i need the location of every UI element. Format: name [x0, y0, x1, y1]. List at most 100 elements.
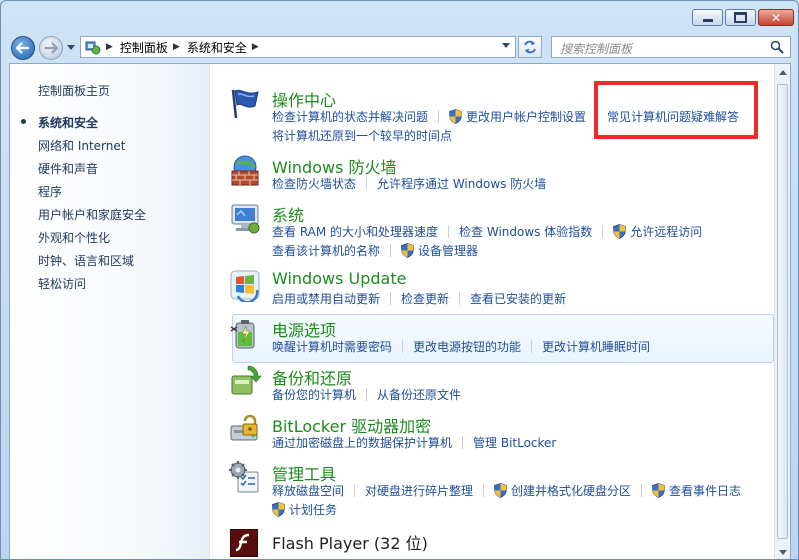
- sidebar-item-clock-language-region[interactable]: 时钟、语言和区域: [38, 252, 134, 269]
- flash-player-icon: [230, 529, 258, 557]
- breadcrumb-separator-icon[interactable]: ▶: [252, 42, 259, 52]
- power-options-links: 唤醒计算机时需要密码 更改电源按钮的功能 更改计算机睡眠时间: [272, 338, 650, 355]
- manage-bitlocker-link[interactable]: 管理 BitLocker: [473, 434, 556, 451]
- sidebar-item-ease-of-access[interactable]: 轻松访问: [38, 275, 86, 292]
- check-experience-index-link[interactable]: 检查 Windows 体验指数: [459, 223, 592, 240]
- action-center-links: 检查计算机的状态并解决问题 更改用户帐户控制设置 常见计算机问题疑难解答: [272, 108, 739, 125]
- defragment-disk-link[interactable]: 对硬盘进行碎片整理: [365, 482, 473, 499]
- protect-computer-encryption-link[interactable]: 通过加密磁盘上的数据保护计算机: [272, 434, 452, 451]
- breadcrumb-control-panel[interactable]: 控制面板: [120, 39, 168, 56]
- change-sleep-time-link[interactable]: 更改计算机睡眠时间: [542, 338, 650, 355]
- navigation-bar: ▶ 控制面板 ▶ 系统和安全 ▶ 搜索控制面板: [1, 33, 798, 63]
- view-computer-name-link[interactable]: 查看该计算机的名称: [272, 242, 380, 259]
- view-ram-processor-link[interactable]: 查看 RAM 的大小和处理器速度: [272, 223, 438, 240]
- address-history-dropdown-icon[interactable]: [502, 43, 510, 48]
- system-links-row2: 查看该计算机的名称 设备管理器: [272, 242, 478, 259]
- breadcrumb-separator-icon[interactable]: ▶: [173, 42, 180, 52]
- windows-update-title[interactable]: Windows Update: [272, 269, 406, 288]
- address-bar[interactable]: ▶ 控制面板 ▶ 系统和安全 ▶: [80, 36, 516, 58]
- current-page-bullet-icon: [21, 119, 26, 124]
- link-divider: [448, 225, 450, 238]
- breadcrumb-separator-icon[interactable]: ▶: [106, 42, 113, 52]
- free-disk-space-link[interactable]: 释放磁盘空间: [272, 482, 344, 499]
- sidebar-item-user-accounts[interactable]: 用户帐户和家庭安全: [38, 206, 146, 223]
- schedule-tasks-link[interactable]: 计划任务: [289, 501, 337, 518]
- bitlocker-drive-icon: [230, 414, 258, 441]
- link-divider: [602, 225, 604, 238]
- link-divider: [462, 436, 464, 449]
- forward-arrow-icon: [45, 42, 58, 54]
- scrollbar-thumb[interactable]: [777, 84, 788, 539]
- backup-computer-link[interactable]: 备份您的计算机: [272, 386, 356, 403]
- breadcrumb-system-security[interactable]: 系统和安全: [187, 39, 247, 56]
- search-box[interactable]: 搜索控制面板: [551, 36, 791, 58]
- link-divider: [531, 340, 533, 353]
- uac-shield-icon: [494, 483, 507, 498]
- search-placeholder: 搜索控制面板: [560, 42, 633, 56]
- check-for-updates-link[interactable]: 检查更新: [401, 290, 449, 307]
- check-firewall-status-link[interactable]: 检查防火墙状态: [272, 175, 356, 192]
- sidebar-item-network-internet[interactable]: 网络和 Internet: [38, 137, 125, 154]
- device-manager-link[interactable]: 设备管理器: [418, 242, 478, 259]
- link-divider: [390, 292, 392, 305]
- uac-shield-icon: [613, 224, 627, 239]
- require-password-on-wake-link[interactable]: 唤醒计算机时需要密码: [272, 338, 392, 355]
- change-uac-settings-link[interactable]: 更改用户帐户控制设置: [466, 108, 586, 125]
- sidebar-item-hardware-sound[interactable]: 硬件和声音: [38, 160, 98, 177]
- action-center-links-row2: 将计算机还原到一个较早的时间点: [272, 127, 452, 144]
- firewall-icon: [231, 155, 259, 186]
- troubleshoot-problems-link[interactable]: 常见计算机问题疑难解答: [607, 108, 739, 125]
- scroll-up-icon[interactable]: [779, 70, 787, 75]
- search-icon[interactable]: [770, 40, 784, 54]
- uac-shield-icon: [449, 109, 462, 124]
- uac-shield-icon: [401, 243, 414, 258]
- refresh-button[interactable]: [518, 36, 542, 58]
- allow-program-through-firewall-link[interactable]: 允许程序通过 Windows 防火墙: [377, 175, 546, 192]
- firewall-links: 检查防火墙状态 允许程序通过 Windows 防火墙: [272, 175, 546, 192]
- restore-earlier-point-link[interactable]: 将计算机还原到一个较早的时间点: [272, 127, 452, 144]
- flash-player-title[interactable]: Flash Player (32 位): [272, 530, 428, 554]
- control-panel-window: ✕ ▶ 控制面板 ▶ 系统和安全 ▶ 搜索控制面板 控制面板主页 系统和安全 网…: [0, 0, 799, 560]
- link-divider: [366, 177, 368, 190]
- vertical-scrollbar[interactable]: [774, 64, 790, 559]
- close-button[interactable]: ✕: [758, 9, 794, 26]
- bitlocker-links: 通过加密磁盘上的数据保护计算机 管理 BitLocker: [272, 434, 556, 451]
- backup-restore-icon: [231, 365, 262, 395]
- sidebar-item-appearance[interactable]: 外观和个性化: [38, 229, 110, 246]
- back-arrow-icon: [16, 42, 29, 54]
- administrative-tools-links-row2: 计划任务: [272, 501, 337, 518]
- maximize-button[interactable]: [725, 9, 756, 26]
- minimize-button[interactable]: [692, 9, 723, 26]
- back-button[interactable]: [11, 36, 35, 60]
- scroll-down-icon[interactable]: [779, 550, 787, 555]
- sidebar-item-control-panel-home[interactable]: 控制面板主页: [38, 82, 110, 99]
- link-divider: [390, 244, 392, 257]
- link-divider: [459, 292, 461, 305]
- sidebar-item-system-security[interactable]: 系统和安全: [38, 114, 98, 131]
- recent-pages-dropdown-icon[interactable]: [67, 45, 75, 50]
- forward-button[interactable]: [39, 36, 63, 60]
- link-divider: [438, 110, 440, 123]
- restore-files-link[interactable]: 从备份还原文件: [377, 386, 461, 403]
- view-installed-updates-link[interactable]: 查看已安装的更新: [470, 290, 566, 307]
- system-links: 查看 RAM 的大小和处理器速度 检查 Windows 体验指数 允许远程访问: [272, 223, 702, 240]
- view-event-logs-link[interactable]: 查看事件日志: [669, 482, 741, 499]
- allow-remote-access-link[interactable]: 允许远程访问: [630, 223, 702, 240]
- sidebar-item-programs[interactable]: 程序: [38, 183, 62, 200]
- title-bar: ✕: [1, 1, 798, 33]
- content-pane: 控制面板主页 系统和安全 网络和 Internet 硬件和声音 程序 用户帐户和…: [9, 63, 791, 559]
- refresh-icon: [524, 40, 536, 54]
- windows-update-icon: [230, 270, 260, 302]
- link-divider: [402, 340, 404, 353]
- administrative-tools-icon: [229, 461, 259, 493]
- system-computer-icon: [231, 204, 260, 234]
- windows-update-links: 启用或禁用自动更新 检查更新 查看已安装的更新: [272, 290, 566, 307]
- create-format-partitions-link[interactable]: 创建并格式化硬盘分区: [511, 482, 631, 499]
- check-computer-status-link[interactable]: 检查计算机的状态并解决问题: [272, 108, 428, 125]
- sidebar: 控制面板主页 系统和安全 网络和 Internet 硬件和声音 程序 用户帐户和…: [10, 64, 210, 559]
- action-center-flag-icon: [231, 89, 259, 119]
- link-divider: [366, 388, 368, 401]
- change-power-buttons-link[interactable]: 更改电源按钮的功能: [413, 338, 521, 355]
- link-divider: [596, 110, 598, 123]
- toggle-auto-update-link[interactable]: 启用或禁用自动更新: [272, 290, 380, 307]
